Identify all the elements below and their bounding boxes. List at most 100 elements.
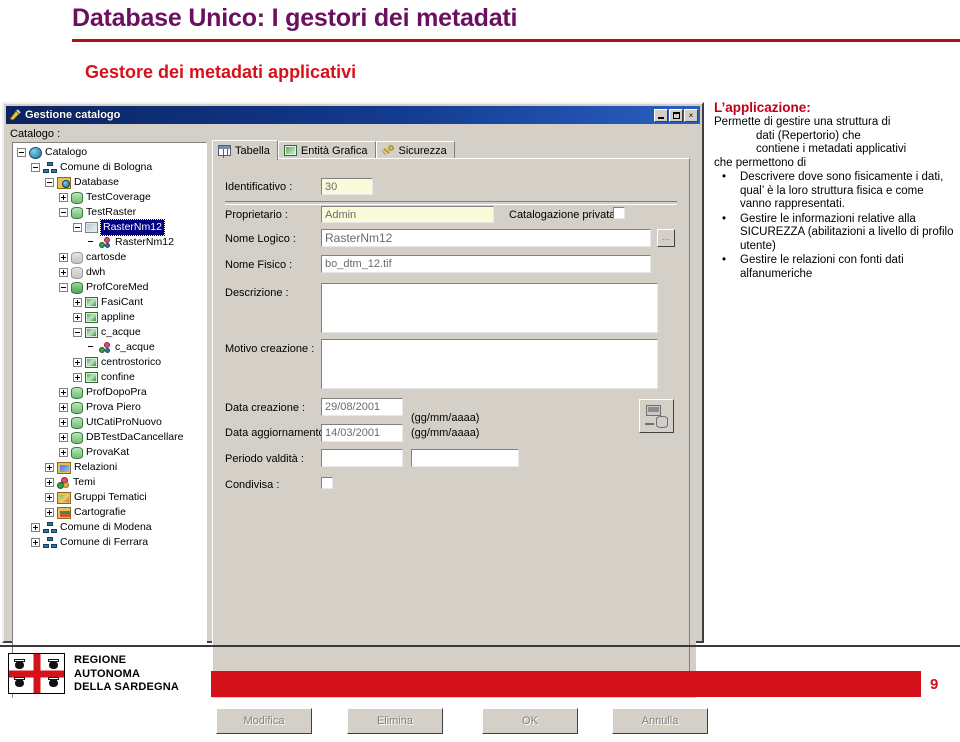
tree-item-confine[interactable]: confine: [13, 370, 206, 385]
elimina-button[interactable]: Elimina: [347, 708, 443, 734]
tree-expander-minus-icon[interactable]: [31, 163, 40, 172]
tree-expander-plus-icon[interactable]: [73, 298, 82, 307]
nome-fisico-field[interactable]: bo_dtm_12.tif: [321, 255, 651, 273]
tree-item-profdopopra[interactable]: ProfDopoPra: [13, 385, 206, 400]
tree-item-rasternm12[interactable]: RasterNm12: [13, 219, 206, 236]
data-creazione-field[interactable]: 29/08/2001: [321, 398, 403, 416]
periodo-validita-label: Periodo valdità :: [225, 453, 304, 465]
tree-expander-minus-icon[interactable]: [59, 208, 68, 217]
tree-expander-plus-icon[interactable]: [59, 193, 68, 202]
modifica-button[interactable]: Modifica: [216, 708, 312, 734]
tree-item-prova-piero[interactable]: Prova Piero: [13, 400, 206, 415]
tree-item-testraster[interactable]: TestRaster: [13, 205, 206, 220]
tree-expander-plus-icon[interactable]: [45, 478, 54, 487]
tree-expander-plus-icon[interactable]: [45, 508, 54, 517]
identificativo-label: Identificativo :: [225, 181, 293, 193]
page-subtitle: Gestore dei metadati applicativi: [85, 62, 357, 82]
tree-expander-minus-icon[interactable]: [73, 328, 82, 337]
tab-sicurezza[interactable]: Sicurezza: [375, 141, 455, 159]
tree-expander-plus-icon[interactable]: [73, 373, 82, 382]
footer-red-bar: [211, 671, 921, 697]
tab-tabella[interactable]: Tabella: [212, 140, 278, 160]
tree-item-label: TestRaster: [86, 206, 137, 218]
tree-item-provakat[interactable]: ProvaKat: [13, 445, 206, 460]
database-icon: [71, 416, 83, 429]
org-line-2: AUTONOMA: [74, 667, 141, 680]
annulla-button[interactable]: Annulla: [612, 708, 708, 734]
tree-item-database[interactable]: Database: [13, 175, 206, 190]
tree-expander-plus-icon[interactable]: [73, 313, 82, 322]
periodo-validita-from-field[interactable]: [321, 449, 403, 467]
tab-entit-grafica[interactable]: Entità Grafica: [277, 141, 376, 159]
minimize-button[interactable]: [654, 108, 668, 122]
tree-expander-plus-icon[interactable]: [59, 433, 68, 442]
bullet-glyph: •: [722, 254, 727, 266]
motivo-creazione-textarea[interactable]: [321, 339, 658, 389]
tree-item-centrostorico[interactable]: centrostorico: [13, 355, 206, 370]
tree-expander-minus-icon[interactable]: [17, 148, 26, 157]
tree-expander-minus-icon[interactable]: [59, 283, 68, 292]
tree-item-rasternm12[interactable]: RasterNm12: [13, 235, 206, 250]
tree-item-testcoverage[interactable]: TestCoverage: [13, 190, 206, 205]
condivisa-checkbox[interactable]: [321, 477, 333, 489]
tree-item-comune-di-modena[interactable]: Comune di Modena: [13, 520, 206, 535]
tree-expander-plus-icon[interactable]: [31, 538, 40, 547]
gestione-catalogo-window: Gestione catalogo × Catalogo : Catalogo C…: [2, 102, 708, 734]
proprietario-field[interactable]: Admin: [321, 206, 494, 223]
tree-item-cartosde[interactable]: cartosde: [13, 250, 206, 265]
tree-expander-plus-icon[interactable]: [59, 253, 68, 262]
nome-logico-field[interactable]: RasterNm12: [321, 229, 651, 247]
tree-item-dbtestdacancellare[interactable]: DBTestDaCancellare: [13, 430, 206, 445]
org-line-3: DELLA SARDEGNA: [74, 681, 180, 693]
tree-expander-minus-icon[interactable]: [45, 178, 54, 187]
tree-item-profcoremed[interactable]: ProfCoreMed: [13, 280, 206, 295]
tree-expander-minus-icon[interactable]: [73, 223, 82, 232]
tree-item-label: ProfCoreMed: [86, 281, 149, 293]
tree-item-dwh[interactable]: dwh: [13, 265, 206, 280]
tree-expander-plus-icon[interactable]: [45, 463, 54, 472]
tree-expander-plus-icon[interactable]: [59, 403, 68, 412]
tree-item-appline[interactable]: appline: [13, 310, 206, 325]
tree-item-comune-di-ferrara[interactable]: Comune di Ferrara: [13, 535, 206, 550]
network-icon: [43, 521, 57, 534]
intro-line-4: che permettono di: [714, 156, 807, 169]
tree-item-c-acque[interactable]: c_acque: [13, 325, 206, 340]
tree-expander-plus-icon[interactable]: [59, 268, 68, 277]
catalog-tree[interactable]: Catalogo Comune di Bologna Database TestCov…: [13, 145, 206, 550]
periodo-validita-to-field[interactable]: [411, 449, 519, 467]
tree-expander-plus-icon[interactable]: [31, 523, 40, 532]
tree-item-relazioni[interactable]: Relazioni: [13, 460, 206, 475]
motivo-creazione-label: Motivo creazione :: [225, 343, 315, 355]
tree-item-fasicant[interactable]: FasiCant: [13, 295, 206, 310]
tree-item-cartografie[interactable]: Cartografie: [13, 505, 206, 520]
tree-item-utcatipronuovo[interactable]: UtCatiProNuovo: [13, 415, 206, 430]
network-icon: [43, 161, 57, 174]
database-dark-icon: [71, 281, 83, 294]
close-icon: ×: [688, 110, 694, 120]
identificativo-field[interactable]: 30: [321, 178, 373, 195]
tree-item-c-acque[interactable]: c_acque: [13, 340, 206, 355]
tree-item-gruppi-tematici[interactable]: Gruppi Tematici: [13, 490, 206, 505]
tree-expander-plus-icon[interactable]: [59, 388, 68, 397]
maximize-button[interactable]: [669, 108, 683, 122]
nome-logico-browse-button[interactable]: ...: [657, 229, 675, 247]
close-button[interactable]: ×: [684, 108, 698, 122]
monitor-database-button[interactable]: [639, 399, 674, 433]
window-titlebar[interactable]: Gestione catalogo ×: [6, 106, 700, 124]
data-aggiornamento-field[interactable]: 14/03/2001: [321, 424, 403, 442]
tree-item-catalogo[interactable]: Catalogo: [13, 145, 206, 160]
layer-dots-icon: [99, 236, 112, 249]
tree-expander-plus-icon[interactable]: [59, 448, 68, 457]
monitor-database-icon: [646, 405, 661, 416]
tree-expander-plus-icon[interactable]: [59, 418, 68, 427]
catalogazione-privata-checkbox[interactable]: [613, 207, 625, 219]
tree-item-temi[interactable]: Temi: [13, 475, 206, 490]
organization-name: REGIONE AUTONOMA DELLA SARDEGNA: [74, 654, 179, 695]
tree-expander-plus-icon[interactable]: [73, 358, 82, 367]
tree-item-comune-di-bologna[interactable]: Comune di Bologna: [13, 160, 206, 175]
form-tabstrip[interactable]: Tabella Entità Grafica Sicurezza: [212, 140, 455, 160]
descrizione-textarea[interactable]: [321, 283, 658, 333]
tree-expander-plus-icon[interactable]: [45, 493, 54, 502]
catalog-tree-panel[interactable]: Catalogo Comune di Bologna Database TestCov…: [12, 142, 207, 698]
ok-button[interactable]: OK: [482, 708, 578, 734]
